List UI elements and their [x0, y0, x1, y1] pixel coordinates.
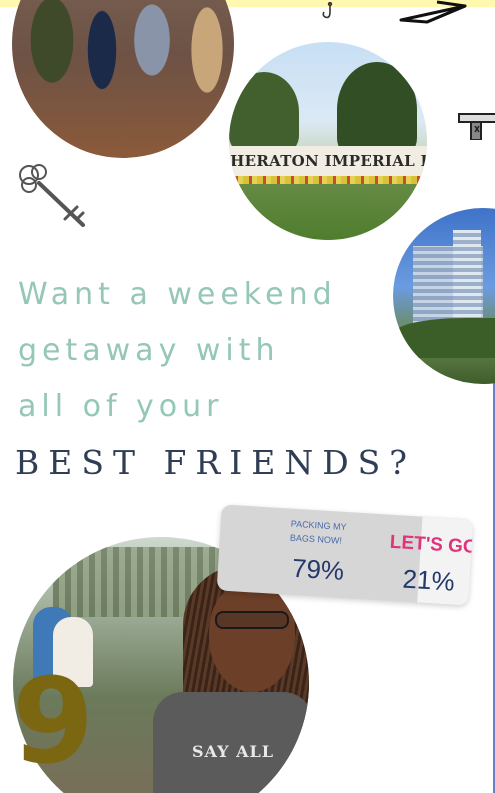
trees	[337, 62, 417, 157]
headline-line-2: getaway with	[18, 333, 280, 368]
hook-icon	[322, 2, 333, 19]
signpost-icon	[458, 113, 495, 140]
poll-option-a-label: PACKING MY BAGS NOW!	[289, 518, 347, 546]
poll-option-b-percent: 21%	[401, 563, 456, 597]
photo-dancing-group	[12, 0, 234, 158]
hotel-sign-text: SHERATON IMPERIAL HOT	[229, 146, 427, 179]
headline-line-3: all of your	[18, 389, 224, 424]
story-page: SHERATON IMPERIAL HOT SAY ALL	[0, 0, 495, 793]
poll-option-a-percent: 79%	[291, 552, 345, 586]
headline-line-1: Want a weekend	[18, 277, 337, 312]
face	[209, 582, 295, 692]
headline-emphasis: BEST FRIENDS?	[15, 443, 416, 482]
shirt-print-text: SAY ALL	[191, 742, 275, 761]
photo-hotel-building	[393, 208, 495, 384]
glasses	[215, 611, 289, 629]
photo-hotel-sign: SHERATON IMPERIAL HOT	[229, 42, 427, 240]
flower-bed	[229, 176, 427, 184]
page-number: 9	[12, 652, 94, 790]
key-icon	[19, 164, 85, 227]
paper-plane-icon	[399, 0, 467, 24]
bushes	[393, 318, 495, 358]
trees	[229, 72, 299, 152]
poll-sticker: PACKING MY BAGS NOW! 79% LET'S GO! 21%	[216, 504, 474, 606]
